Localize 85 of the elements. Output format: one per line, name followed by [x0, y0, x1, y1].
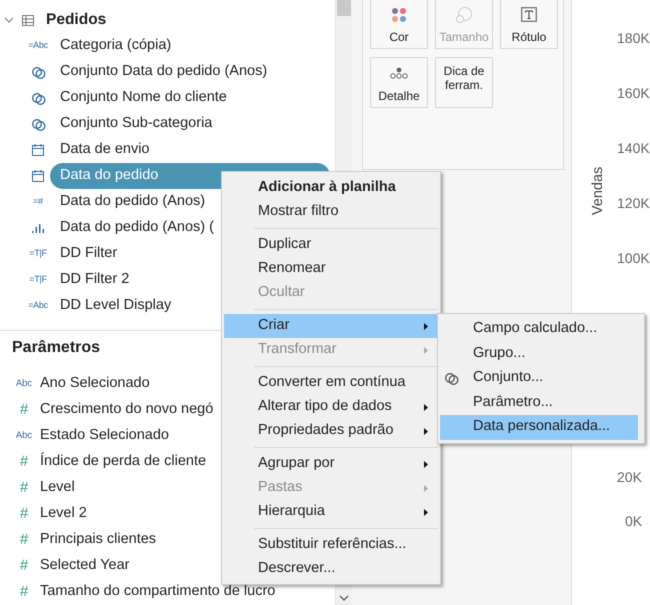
chevron-icon[interactable] [4, 16, 14, 24]
menu-item[interactable]: Grupo... [440, 342, 638, 366]
field-item[interactable]: Conjunto Data do pedido (Anos) [52, 59, 276, 85]
axis-tick-label: 180K [617, 29, 650, 48]
parameter-type-icon: # [8, 580, 40, 604]
text-label-icon [521, 7, 537, 22]
field-type-icon: =Abc [26, 299, 50, 313]
parameter-type-icon: Abc [8, 376, 40, 392]
section-title: Parâmetros [12, 338, 100, 358]
menu-item[interactable]: Conjunto... [440, 366, 638, 390]
menu-item[interactable]: Campo calculado... [440, 317, 638, 342]
parameter-type-icon: # [8, 528, 40, 552]
menu-item[interactable]: Renomear [224, 257, 438, 281]
axis-tick-label: 120K [617, 194, 650, 213]
submenu-arrow-icon [424, 347, 428, 354]
axis-tick-label: 0K [625, 512, 642, 531]
field-item[interactable]: Categoria (cópia) [52, 33, 180, 59]
marks-button[interactable]: Rótulo [500, 0, 558, 49]
data-source-title[interactable]: Pedidos [46, 8, 106, 32]
parameter-type-icon: # [8, 398, 40, 422]
axis-title: Vendas [589, 166, 608, 216]
field-item[interactable]: DD Filter 2 [52, 267, 138, 293]
menu-item[interactable]: Criar [224, 314, 438, 338]
axis-tick-label: 100K [617, 249, 650, 268]
set-icon [30, 65, 46, 79]
axis-tick-label: 20K [617, 468, 642, 487]
menu-item[interactable]: Data personalizada... [440, 415, 638, 440]
field-type-icon: =T|F [26, 273, 50, 287]
field-item[interactable]: DD Level Display [52, 293, 180, 319]
submenu-arrow-icon [424, 485, 428, 492]
submenu-arrow-icon [424, 323, 428, 330]
submenu-arrow-icon [424, 461, 428, 468]
submenu-arrow-icon [424, 428, 428, 435]
submenu-arrow-icon [424, 509, 428, 516]
field-item[interactable]: Conjunto Nome do cliente [52, 85, 235, 111]
marks-button[interactable]: Cor [370, 0, 428, 49]
menu-item[interactable]: Hierarquia [224, 500, 438, 524]
field-item[interactable]: DD Filter [52, 241, 126, 267]
size-circles-icon [455, 6, 473, 24]
scroll-down-icon[interactable] [338, 594, 350, 602]
axis-tick-label: 140K [617, 139, 650, 158]
set-icon [444, 371, 459, 385]
field-item[interactable]: Conjunto Sub-categoria [52, 111, 220, 137]
field-type-icon: =# [26, 195, 50, 209]
field-item[interactable]: Data de envio [52, 137, 158, 163]
menu-item[interactable]: Agrupar por [224, 452, 438, 476]
parameter-item[interactable]: Selected Year [40, 555, 130, 577]
histogram-icon [32, 223, 44, 233]
parameter-item[interactable]: Tamanho do compartimento de lucro [40, 581, 276, 603]
parameter-item[interactable]: Estado Selecionado [40, 425, 169, 447]
submenu-arrow-icon [424, 404, 428, 411]
menu-item[interactable]: Propriedades padrão [224, 419, 438, 443]
set-icon [30, 117, 46, 131]
color-dots-icon [391, 6, 407, 23]
menu-item[interactable]: Descrever... [224, 557, 438, 581]
menu-item[interactable]: Substituir referências... [224, 533, 438, 557]
menu-item[interactable]: Mostrar filtro [224, 200, 438, 224]
parameter-type-icon: Abc [8, 428, 40, 444]
calendar-icon [32, 144, 44, 156]
marks-button[interactable]: Dica de ferram. [435, 57, 493, 108]
scrollbar-thumb[interactable] [337, 0, 351, 16]
field-type-icon: =Abc [26, 39, 50, 53]
menu-item[interactable]: Parâmetro... [440, 390, 638, 415]
parameter-item[interactable]: Level [40, 477, 75, 499]
axis-tick-label: 160K [617, 84, 650, 103]
parameter-item[interactable]: Ano Selecionado [40, 373, 150, 395]
parameter-type-icon: # [8, 502, 40, 526]
parameter-type-icon: # [8, 476, 40, 500]
parameter-type-icon: # [8, 554, 40, 578]
parameter-item[interactable]: Índice de perda de cliente [40, 451, 206, 473]
parameter-item[interactable]: Crescimento do novo negó [40, 399, 214, 421]
menu-item[interactable]: Converter em contínua [224, 371, 438, 395]
marks-button[interactable]: Detalhe [370, 57, 428, 108]
detail-dots-icon [390, 67, 408, 80]
set-icon [30, 91, 46, 105]
table-icon [22, 14, 34, 26]
menu-item[interactable]: Alterar tipo de dados [224, 395, 438, 419]
field-item[interactable]: Data do pedido (Anos) [52, 189, 214, 215]
parameter-item[interactable]: Level 2 [40, 503, 87, 525]
calendar-icon [32, 170, 44, 182]
parameter-item[interactable]: Principais clientes [40, 529, 156, 551]
field-type-icon: =T|F [26, 247, 50, 261]
field-item[interactable]: Data do pedido (Anos) ( [52, 215, 222, 241]
parameter-type-icon: # [8, 450, 40, 474]
menu-item[interactable]: Duplicar [224, 233, 438, 257]
